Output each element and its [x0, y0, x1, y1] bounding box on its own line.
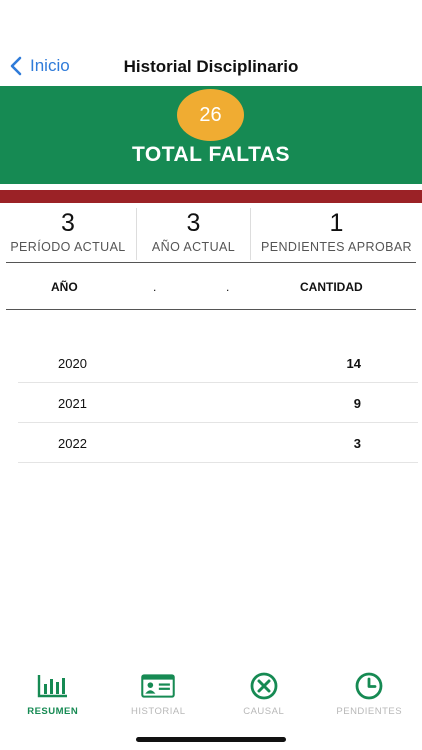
- column-header-year: AÑO: [51, 280, 78, 294]
- row-year: 2021: [58, 396, 87, 411]
- table-row[interactable]: 2020 14: [18, 343, 418, 383]
- navigation-bar: Inicio Historial Disciplinario: [0, 44, 422, 88]
- total-label: TOTAL FALTAS: [131, 143, 291, 166]
- page-title: Historial Disciplinario: [123, 57, 299, 76]
- stat-current-period: 3 PERÍODO ACTUAL: [0, 208, 136, 260]
- stats-row: 3 PERÍODO ACTUAL 3 AÑO ACTUAL 1 PENDIENT…: [0, 208, 422, 260]
- row-quantity: 14: [346, 356, 361, 371]
- id-card-icon: [141, 674, 175, 698]
- tab-label: CAUSAL: [243, 706, 285, 717]
- stat-label: PERÍODO ACTUAL: [10, 240, 126, 254]
- tab-label: HISTORIAL: [131, 706, 186, 717]
- tab-causal[interactable]: CAUSAL: [211, 672, 317, 722]
- tab-pendientes[interactable]: PENDIENTES: [317, 672, 422, 722]
- row-year: 2022: [58, 436, 87, 451]
- divider-strip: [0, 190, 422, 203]
- stat-pending-approval: 1 PENDIENTES APROBAR: [250, 208, 422, 260]
- total-count-badge: 26: [177, 89, 244, 141]
- stat-value: 1: [329, 209, 344, 237]
- table-row[interactable]: 2022 3: [18, 423, 418, 463]
- stat-current-year: 3 AÑO ACTUAL: [136, 208, 250, 260]
- stat-label: AÑO ACTUAL: [151, 240, 236, 254]
- row-year: 2020: [58, 356, 87, 371]
- table-header: AÑO . . CANTIDAD: [6, 263, 416, 309]
- column-header-dot: .: [153, 280, 157, 294]
- column-header-quantity: CANTIDAD: [300, 280, 363, 294]
- table-body: 2020 14 2021 9 2022 3: [18, 343, 418, 463]
- home-indicator[interactable]: [136, 737, 286, 742]
- tab-bar: RESUMEN HISTORIAL CAUSAL PENDIENTES: [0, 672, 422, 722]
- table-header-divider: [6, 309, 416, 310]
- table-row[interactable]: 2021 9: [18, 383, 418, 423]
- stat-value: 3: [186, 209, 201, 237]
- circle-x-icon: [250, 672, 278, 700]
- tab-label: RESUMEN: [27, 706, 79, 717]
- bar-chart-icon: [37, 675, 67, 698]
- stat-label: PENDIENTES APROBAR: [261, 240, 412, 254]
- column-header-dot: .: [226, 280, 230, 294]
- tab-resumen[interactable]: RESUMEN: [0, 672, 106, 722]
- row-quantity: 3: [353, 436, 361, 451]
- row-quantity: 9: [353, 396, 361, 411]
- tab-historial[interactable]: HISTORIAL: [106, 672, 212, 722]
- tab-label: PENDIENTES: [336, 706, 403, 717]
- clock-icon: [355, 672, 383, 700]
- stat-value: 3: [61, 209, 75, 237]
